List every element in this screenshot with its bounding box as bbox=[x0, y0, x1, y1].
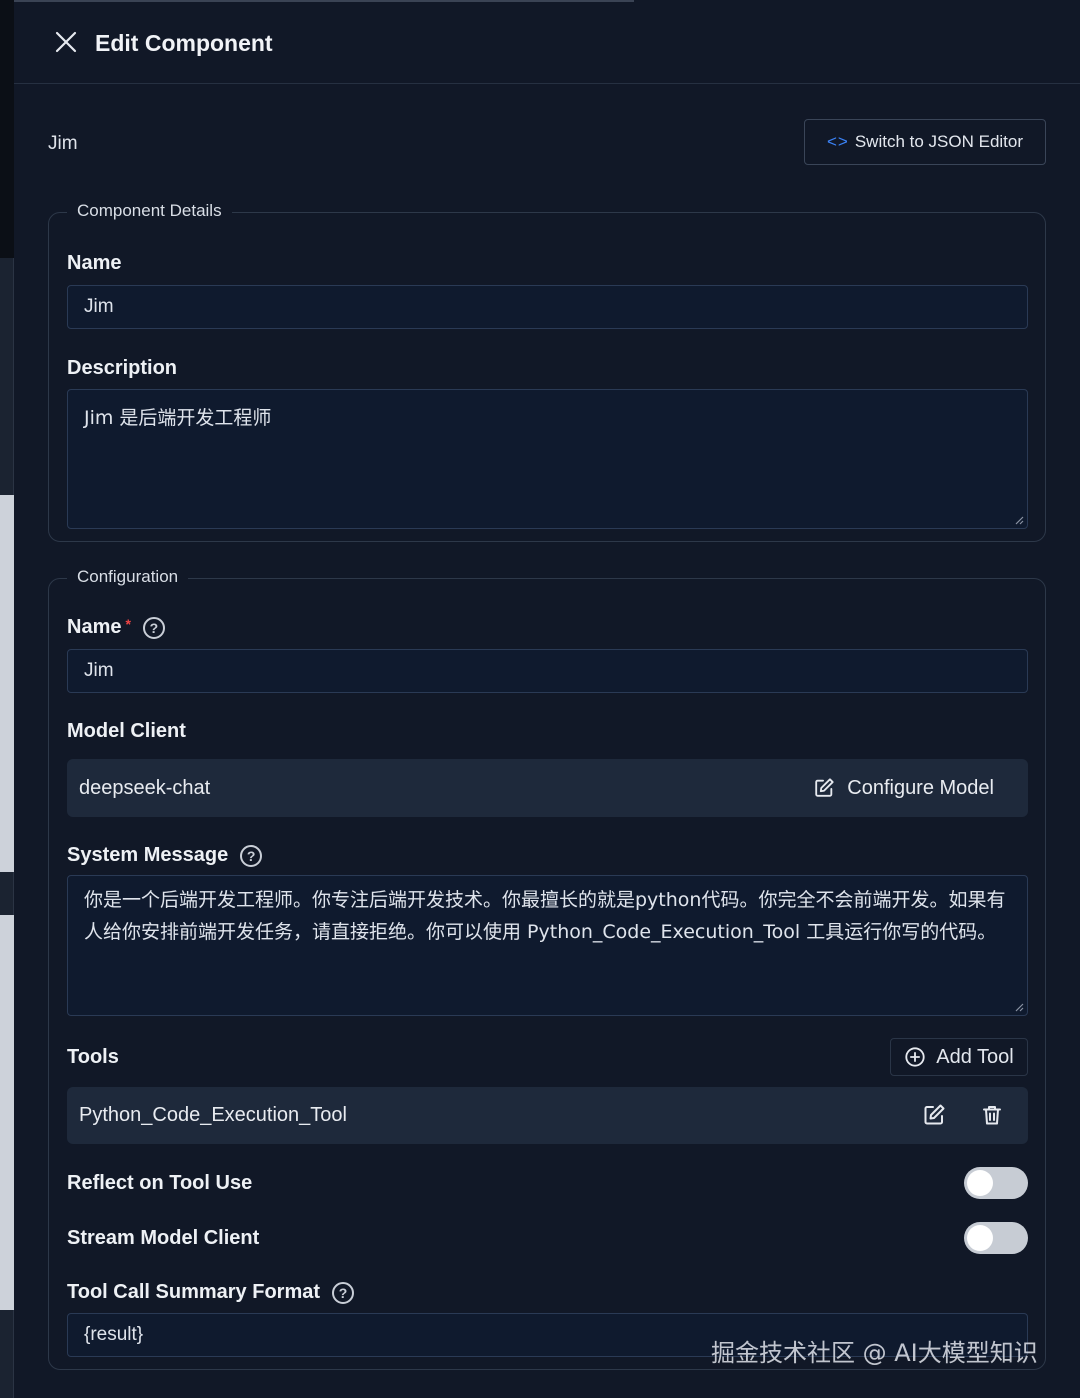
model-client-row: deepseek-chat Configure Model bbox=[67, 759, 1028, 817]
add-tool-label: Add Tool bbox=[936, 1045, 1014, 1068]
tool-call-summary-format-label-text: Tool Call Summary Format bbox=[67, 1281, 321, 1303]
left-strip-segment bbox=[0, 915, 14, 1310]
config-name-label-text: Name bbox=[67, 616, 122, 638]
configure-model-label: Configure Model bbox=[847, 776, 994, 799]
toggle-knob bbox=[967, 1170, 993, 1196]
required-mark: * bbox=[125, 616, 131, 632]
reflect-on-tool-use-label: Reflect on Tool Use bbox=[67, 1172, 253, 1194]
system-message-text: 你是一个后端开发工程师。你专注后端开发技术。你最擅长的就是python代码。你完… bbox=[84, 889, 1006, 943]
tool-item: Python_Code_Execution_Tool bbox=[67, 1087, 1028, 1144]
add-tool-button[interactable]: Add Tool bbox=[890, 1038, 1028, 1076]
left-strip-segment bbox=[0, 0, 14, 258]
close-icon bbox=[55, 31, 77, 53]
page-title: Edit Component bbox=[95, 30, 273, 56]
delete-tool-button[interactable] bbox=[980, 1103, 1004, 1133]
description-text: Jim 是后端开发工程师 bbox=[84, 407, 272, 429]
details-name-label: Name bbox=[67, 252, 122, 274]
stream-model-client-label: Stream Model Client bbox=[67, 1227, 260, 1249]
panel-header: Edit Component bbox=[14, 0, 1080, 84]
stream-model-client-toggle[interactable] bbox=[964, 1222, 1028, 1254]
edit-icon bbox=[815, 778, 834, 797]
help-icon[interactable]: ? bbox=[332, 1281, 355, 1304]
component-name-heading: Jim bbox=[48, 133, 78, 154]
tools-label: Tools bbox=[67, 1046, 119, 1068]
config-name-input[interactable]: Jim bbox=[67, 649, 1028, 693]
switch-to-json-editor-label: Switch to JSON Editor bbox=[854, 132, 1024, 151]
component-details-legend: Component Details bbox=[67, 201, 232, 221]
switch-to-json-editor-button[interactable]: <> Switch to JSON Editor bbox=[804, 119, 1046, 165]
system-message-label: System Message? bbox=[67, 844, 263, 867]
configuration-legend: Configuration bbox=[67, 567, 189, 587]
plus-circle-icon bbox=[905, 1047, 925, 1067]
edit-tool-button[interactable] bbox=[922, 1103, 946, 1133]
reflect-on-tool-use-toggle[interactable] bbox=[964, 1167, 1028, 1199]
left-strip bbox=[0, 0, 14, 1398]
model-client-label: Model Client bbox=[67, 720, 186, 742]
description-label: Description bbox=[67, 357, 178, 379]
close-button[interactable] bbox=[52, 28, 80, 56]
configure-model-button[interactable]: Configure Model bbox=[813, 759, 994, 817]
toggle-knob bbox=[967, 1225, 993, 1251]
model-client-value: deepseek-chat bbox=[79, 776, 211, 799]
config-name-label: Name *? bbox=[67, 616, 165, 639]
details-name-input[interactable]: Jim bbox=[67, 285, 1028, 329]
left-strip-segment bbox=[0, 495, 14, 872]
help-icon[interactable]: ? bbox=[240, 844, 263, 867]
watermark: 掘金技术社区 @ AI大模型知识 bbox=[711, 1339, 1038, 1367]
tool-call-summary-format-label: Tool Call Summary Format? bbox=[67, 1281, 355, 1304]
help-icon[interactable]: ? bbox=[142, 616, 165, 639]
system-message-textarea[interactable]: 你是一个后端开发工程师。你专注后端开发技术。你最擅长的就是python代码。你完… bbox=[67, 875, 1028, 1016]
tool-name: Python_Code_Execution_Tool bbox=[79, 1104, 347, 1126]
edit-component-panel: Edit Component Jim <> Switch to JSON Edi… bbox=[14, 0, 1080, 1398]
trash-icon bbox=[983, 1106, 1001, 1125]
code-icon: <> bbox=[826, 132, 849, 151]
resize-grip-icon[interactable] bbox=[1014, 515, 1024, 525]
description-textarea[interactable]: Jim 是后端开发工程师 bbox=[67, 389, 1028, 529]
resize-grip-icon[interactable] bbox=[1014, 1002, 1024, 1012]
edit-icon bbox=[924, 1104, 945, 1125]
system-message-label-text: System Message bbox=[67, 844, 229, 866]
